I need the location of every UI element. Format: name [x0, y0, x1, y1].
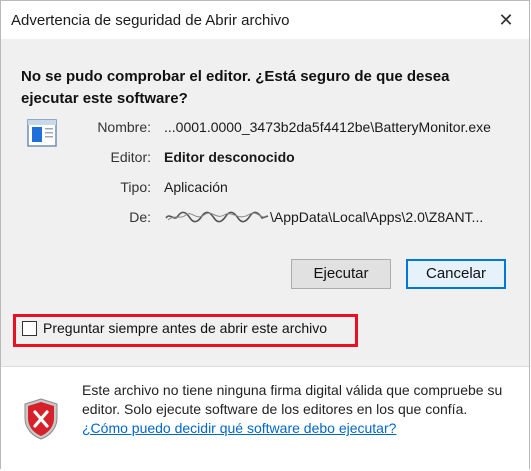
name-value: ...0001.0000_3473b2da5f4412be\BatteryMon…: [164, 119, 491, 135]
name-label: Nombre:: [97, 119, 151, 135]
publisher-label: Editor:: [110, 149, 151, 165]
window-title: Advertencia de seguridad de Abrir archiv…: [11, 12, 290, 29]
from-path-text: \AppData\Local\Apps\2.0\Z8ANT...: [270, 209, 484, 225]
run-button[interactable]: Ejecutar: [291, 259, 391, 289]
from-value: \AppData\Local\Apps\2.0\Z8ANT...: [164, 209, 483, 225]
title-bar: Advertencia de seguridad de Abrir archiv…: [1, 1, 529, 39]
security-shield-icon: [24, 398, 58, 440]
close-icon[interactable]: ✕: [489, 5, 523, 35]
always-ask-label[interactable]: Preguntar siempre antes de abrir este ar…: [43, 320, 327, 336]
type-label: Tipo:: [120, 179, 151, 195]
help-link[interactable]: ¿Cómo puedo decidir qué software debo ej…: [82, 420, 396, 436]
always-ask-checkbox[interactable]: [22, 321, 37, 336]
type-value: Aplicación: [164, 179, 228, 195]
publisher-value: Editor desconocido: [164, 149, 295, 165]
info-text: Este archivo no tiene ninguna firma digi…: [82, 382, 503, 417]
from-label: De:: [129, 209, 151, 225]
security-warning-dialog: Advertencia de seguridad de Abrir archiv…: [0, 0, 530, 471]
cancel-button[interactable]: Cancelar: [406, 259, 506, 289]
info-text-block: Este archivo no tiene ninguna firma digi…: [82, 381, 512, 438]
redacted-path-scribble: [165, 211, 269, 223]
warning-heading: No se pudo comprobar el editor. ¿Está se…: [21, 68, 450, 107]
